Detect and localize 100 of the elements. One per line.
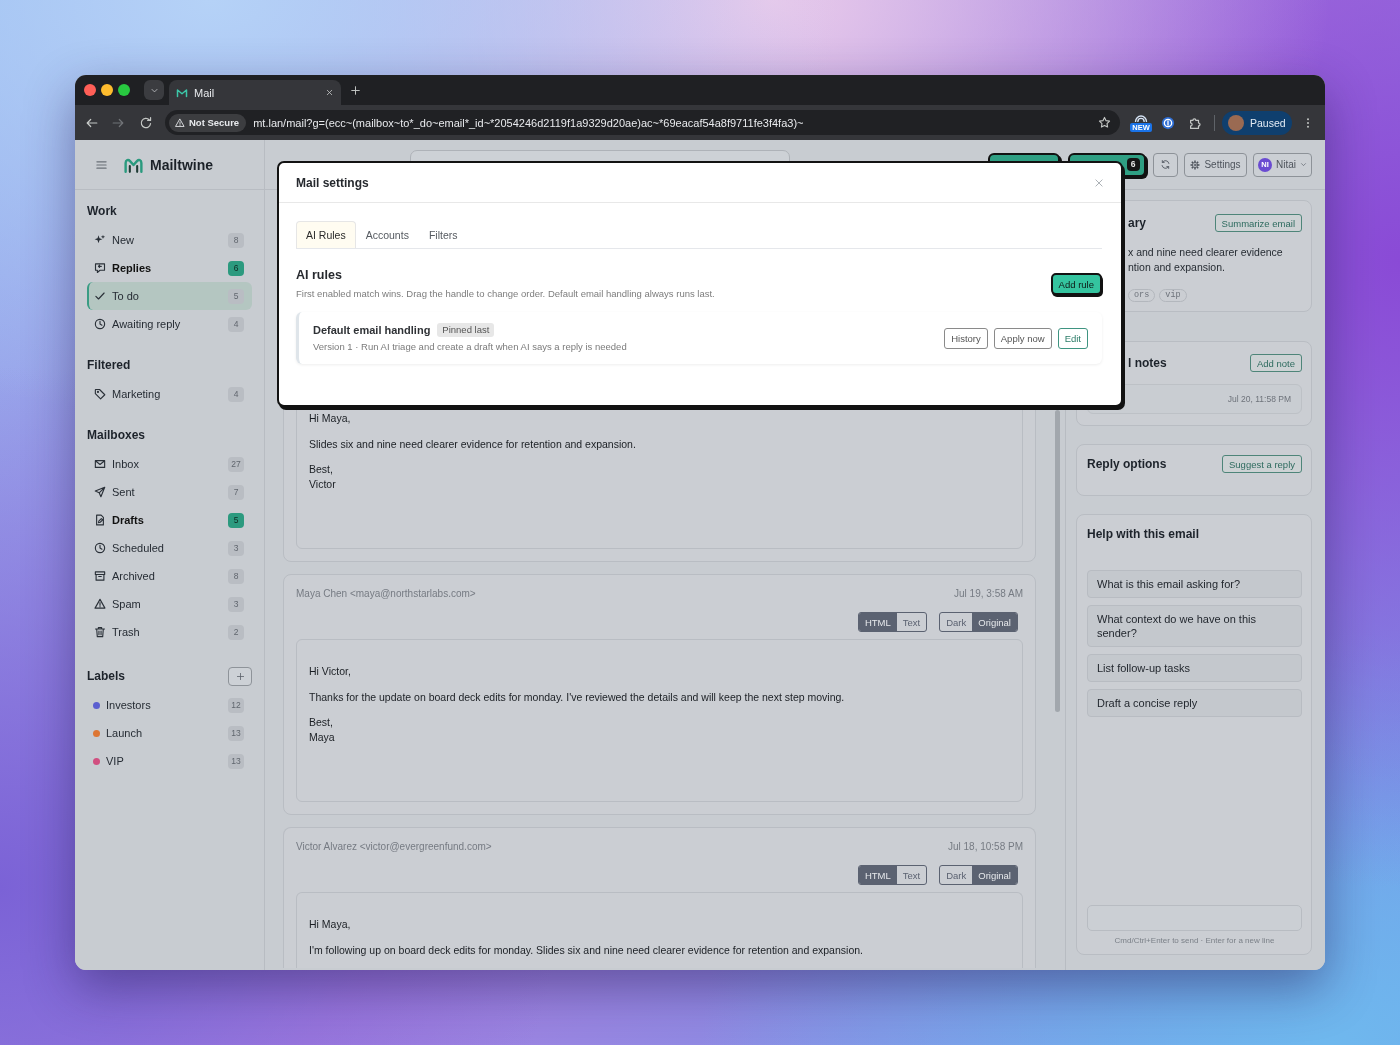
settings-tab[interactable]: Accounts [355, 221, 419, 248]
rule-action-button[interactable]: Edit [1057, 327, 1088, 349]
format-option[interactable]: HTML [858, 866, 897, 884]
add-rule-button[interactable]: Add rule [1050, 273, 1102, 295]
sparkle-icon [94, 234, 106, 246]
appearance-option[interactable]: Original [972, 613, 1017, 631]
close-window-icon[interactable] [84, 84, 96, 96]
prompt-button[interactable]: What is this email asking for? [1087, 570, 1302, 598]
body-text: Hi Maya, [309, 411, 352, 426]
count-badge: 13 [228, 725, 244, 741]
mail-logo-icon [176, 86, 188, 99]
rule-summary: Version 1 · Run AI triage and create a draft when AI says a reply is needed [313, 341, 627, 353]
document-icon [94, 514, 106, 526]
sidebar-item[interactable]: Sent 7 [87, 478, 252, 506]
security-chip[interactable]: Not Secure [169, 113, 247, 132]
count-badge: 4 [228, 316, 244, 332]
tab-list-button[interactable] [144, 80, 164, 100]
refresh-button[interactable] [1153, 152, 1178, 177]
sidebar-item[interactable]: Inbox 27 [87, 450, 252, 478]
envelope-icon [94, 458, 106, 470]
summarize-button[interactable]: Summarize email [1214, 214, 1302, 232]
maximize-window-icon[interactable] [118, 84, 130, 96]
section-heading: Labels [87, 668, 125, 685]
count-badge: 27 [228, 456, 244, 472]
sidebar-item[interactable]: Marketing 4 [87, 380, 252, 408]
card-title: l notes [1128, 356, 1167, 370]
settings-tab[interactable]: Filters [418, 221, 468, 248]
count-badge: 2 [228, 624, 244, 640]
card-title: ary [1128, 216, 1147, 230]
minimize-window-icon[interactable] [101, 84, 113, 96]
address-bar[interactable]: Not Secure mt.lan/mail?g=(ecc~(mailbox~to*_do~email*_id~*2054246d2119f1a9329d20ae)ac~*69eacaf54a8f9711fe3f4fa3)~ [165, 110, 1120, 135]
scrollbar-thumb[interactable] [1055, 410, 1060, 712]
section-title: AI rules [296, 267, 343, 283]
label-item[interactable]: VIP 13 [87, 747, 252, 775]
count-badge: 3 [228, 540, 244, 556]
prompt-button[interactable]: What context do we have on this sender? [1087, 605, 1302, 647]
warning-icon [94, 598, 106, 610]
chevron-down-icon [1300, 161, 1307, 168]
refresh-icon [1160, 159, 1171, 170]
count-badge: 5 [228, 512, 244, 528]
rule-action-button[interactable]: History [944, 327, 988, 349]
plus-icon[interactable] [350, 84, 361, 96]
status-badge: Pinned last [437, 323, 495, 337]
body-text: Best, Victor [309, 462, 337, 492]
sidebar-item[interactable]: Trash 2 [87, 618, 252, 646]
label-item[interactable]: Investors 12 [87, 691, 252, 719]
sidebar-item[interactable]: Awaiting reply 4 [87, 310, 252, 338]
tag-icon [94, 388, 106, 400]
count-badge: 4 [228, 386, 244, 402]
date-text: Jul 20, 11:58 PM [1227, 394, 1291, 404]
format-option[interactable]: HTML [858, 613, 897, 631]
prompt-button[interactable]: Draft a concise reply [1087, 689, 1302, 717]
reload-icon[interactable] [139, 115, 153, 130]
profile-button[interactable]: Paused [1222, 110, 1292, 135]
appearance-option[interactable]: Dark [940, 613, 973, 631]
warning-icon [175, 117, 185, 128]
close-icon[interactable] [325, 88, 334, 97]
appearance-option[interactable]: Original [972, 866, 1017, 884]
sidebar-item[interactable]: To do 5 [87, 282, 252, 310]
sidebar-item[interactable]: New 8 [87, 226, 252, 254]
summary-text: ntion and expansion. [1128, 260, 1225, 275]
sidebar-item[interactable]: Scheduled 3 [87, 534, 252, 562]
paper-plane-icon [94, 486, 106, 498]
sidebar-item[interactable]: Spam 3 [87, 590, 252, 618]
label-item[interactable]: Launch 13 [87, 719, 252, 747]
summary-text: x and nine need clearer evidence [1128, 245, 1283, 260]
section-heading: Filtered [87, 357, 132, 374]
sidebar-item[interactable]: Archived 8 [87, 562, 252, 590]
sender-text: Maya Chen <maya@northstarlabs.com> [296, 587, 476, 599]
sidebar-item[interactable]: Replies 6 [87, 254, 252, 282]
count-badge: 8 [228, 232, 244, 248]
body-text: Hi Victor, [309, 664, 352, 679]
app-name: Mailtwine [150, 156, 213, 173]
avatar-icon [1228, 114, 1244, 131]
count-badge: 5 [228, 288, 244, 304]
body-text: Slides six and nine need clearer evidence for retention and expansion. [309, 436, 637, 452]
count-badge: 8 [228, 568, 244, 584]
format-option[interactable]: Text [896, 613, 927, 631]
checkmark-icon [94, 290, 106, 302]
archive-box-icon [94, 570, 106, 582]
ring-icon[interactable] [1161, 115, 1175, 130]
add-note-button[interactable]: Add note [1249, 354, 1302, 372]
suggest-reply-button[interactable]: Suggest a reply [1222, 455, 1302, 473]
card-title: Reply options [1087, 457, 1167, 471]
rule-action-button[interactable]: Apply now [993, 327, 1052, 349]
add-label-button[interactable] [228, 666, 252, 686]
sidebar-item[interactable]: Drafts 5 [87, 506, 252, 534]
rule-name: Default email handling [313, 324, 431, 336]
count-badge: 13 [228, 753, 244, 769]
browser-tab[interactable]: Mail [169, 80, 341, 105]
bookmark-star-icon[interactable] [1098, 116, 1111, 129]
prompt-button[interactable]: List follow-up tasks [1087, 654, 1302, 682]
appearance-option[interactable]: Dark [940, 866, 973, 884]
puzzle-icon[interactable] [1188, 115, 1202, 130]
section-heading: Work [87, 203, 118, 220]
format-option[interactable]: Text [896, 866, 927, 884]
more-options-icon[interactable] [1306, 116, 1310, 129]
rainbow-icon[interactable] [1134, 113, 1148, 122]
settings-tab[interactable]: AI Rules [296, 221, 356, 248]
settings-button[interactable]: Settings [1184, 152, 1247, 177]
